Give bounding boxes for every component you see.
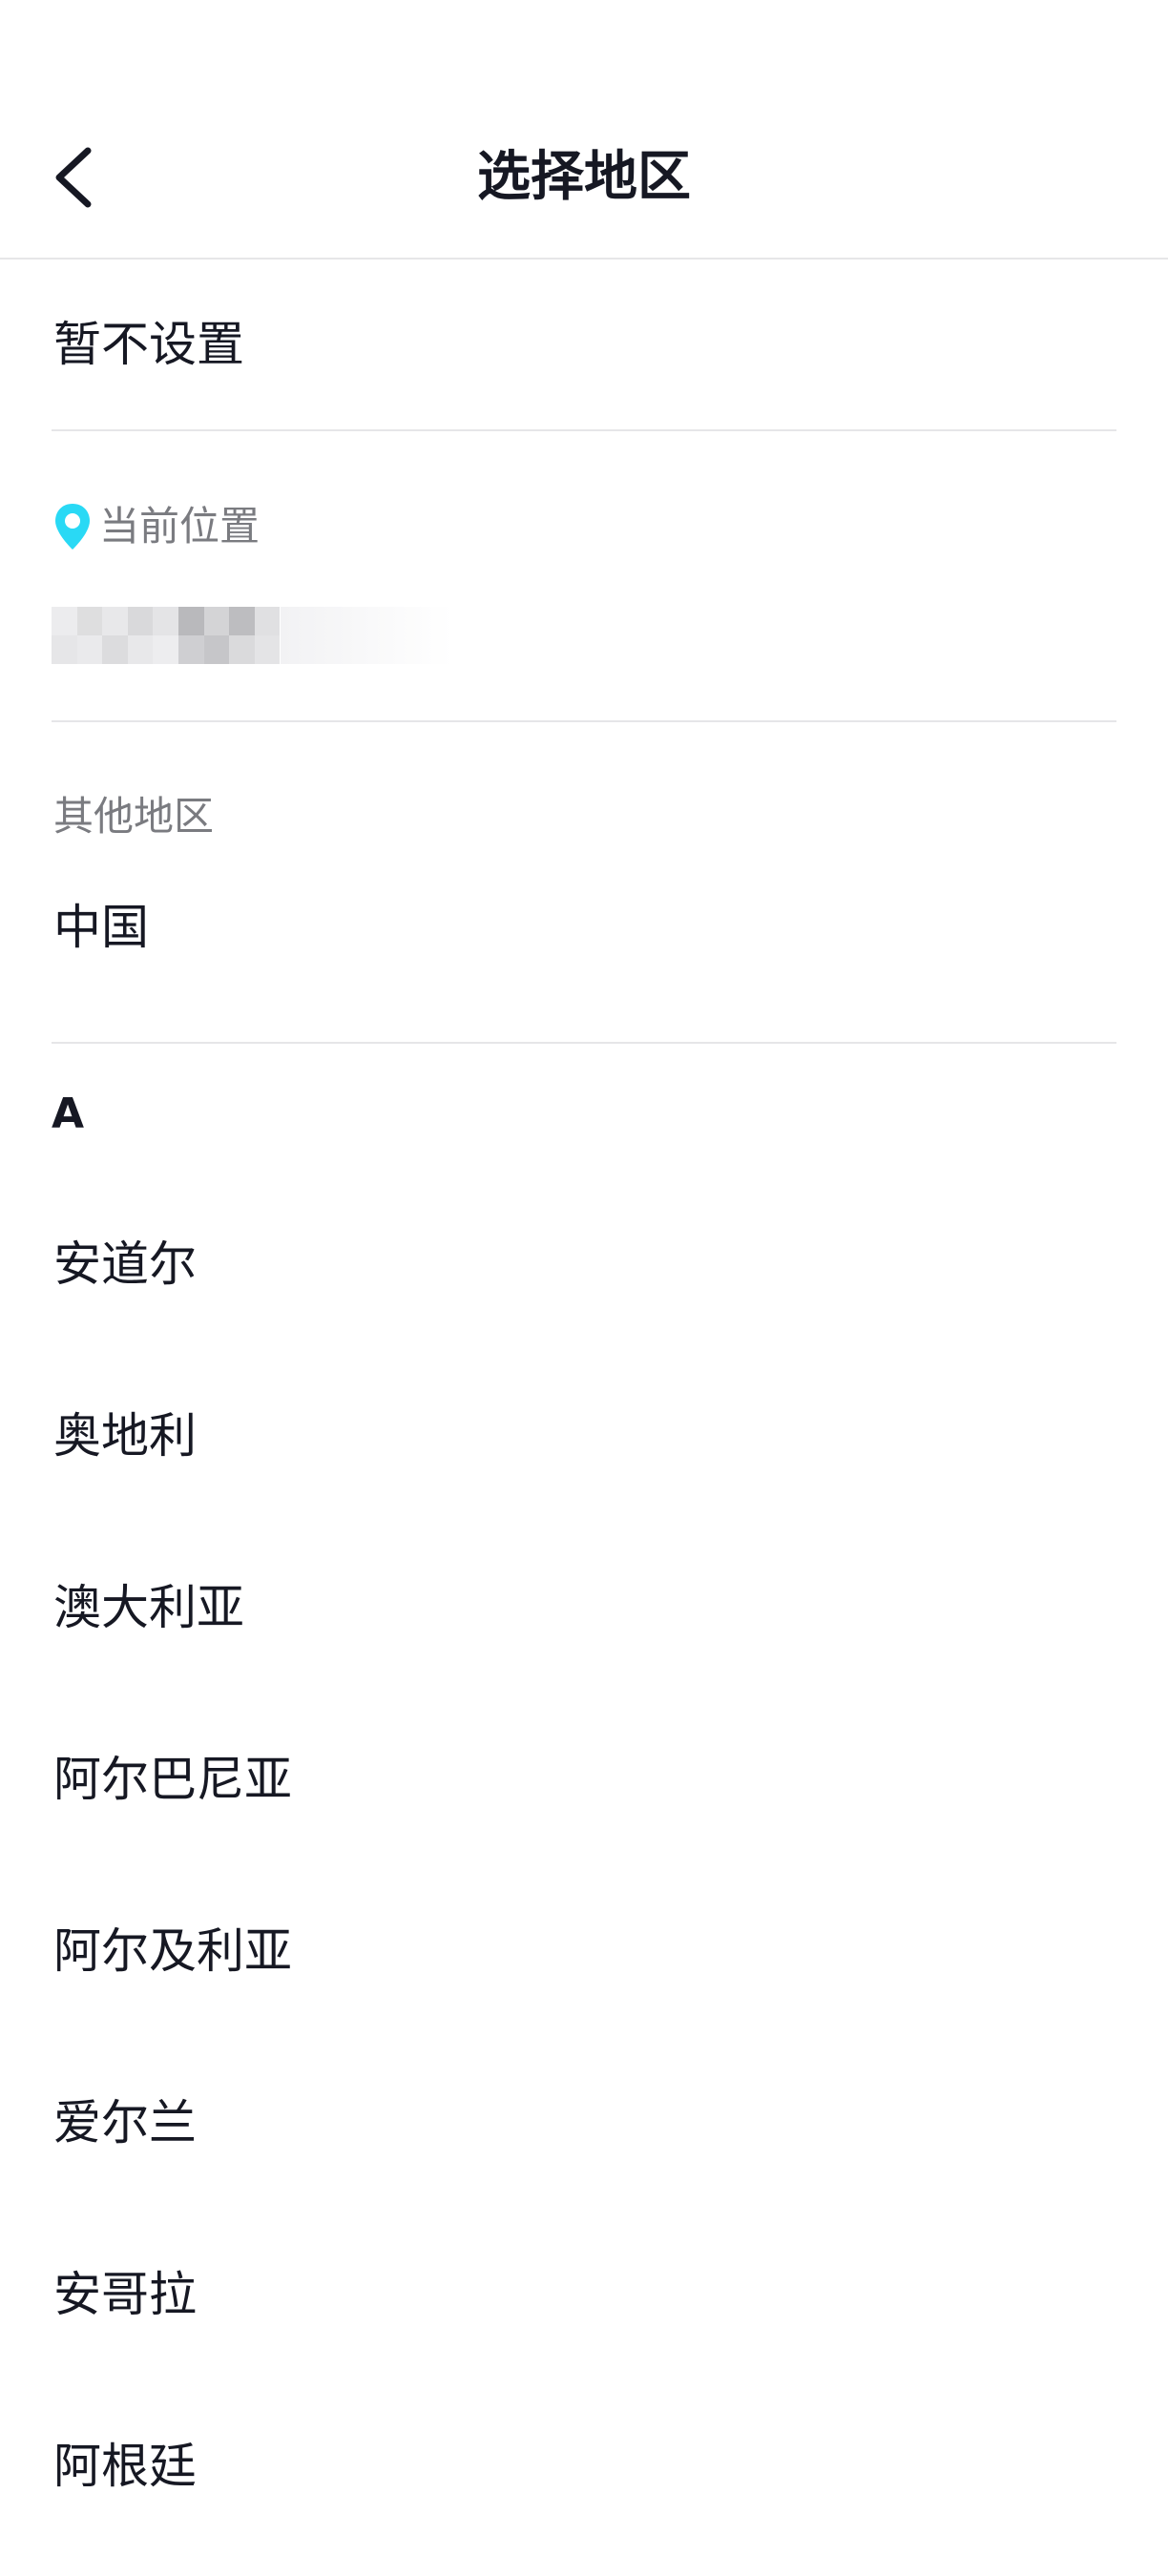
country-item[interactable]: 阿根廷 [0, 2395, 1168, 2538]
current-location-value[interactable] [52, 607, 452, 664]
country-item[interactable]: 阿尔巴尼亚 [0, 1708, 1168, 1851]
country-item[interactable]: 爱尔兰 [0, 2051, 1168, 2194]
divider [52, 720, 1116, 722]
country-item[interactable]: 澳大利亚 [0, 1536, 1168, 1679]
country-label: 安道尔 [53, 1236, 197, 1292]
nav-header: 选择地区 [0, 0, 1168, 260]
location-pin-icon [55, 504, 90, 550]
other-regions-label: 其他地区 [53, 793, 215, 840]
not-set-label: 暂不设置 [53, 317, 244, 372]
country-label: 阿尔巴尼亚 [53, 1752, 292, 1807]
current-location-header: 当前位置 [53, 500, 260, 553]
country-item[interactable]: 安哥拉 [0, 2223, 1168, 2366]
country-label: 澳大利亚 [53, 1580, 244, 1635]
divider [52, 1042, 1116, 1044]
country-label: 奥地利 [53, 1408, 197, 1464]
country-item[interactable]: 奥地利 [0, 1364, 1168, 1507]
country-item[interactable]: 安道尔 [0, 1193, 1168, 1336]
country-label: 安哥拉 [53, 2267, 197, 2322]
region-item-china[interactable]: 中国 [0, 859, 1168, 1002]
country-label: 阿根廷 [53, 2439, 197, 2494]
page-title: 选择地区 [477, 146, 691, 208]
index-letter-header: A [52, 1090, 85, 1138]
country-label: 阿尔及利亚 [53, 1923, 292, 1979]
redacted-location-mosaic [52, 607, 281, 664]
redacted-location-blur [281, 607, 452, 664]
not-set-option[interactable]: 暂不设置 [0, 260, 1168, 429]
country-item[interactable]: 阿尔及利亚 [0, 1880, 1168, 2023]
current-location-label: 当前位置 [99, 503, 261, 550]
divider [52, 429, 1116, 431]
region-item-label: 中国 [53, 900, 149, 955]
country-label: 爱尔兰 [53, 2095, 197, 2150]
